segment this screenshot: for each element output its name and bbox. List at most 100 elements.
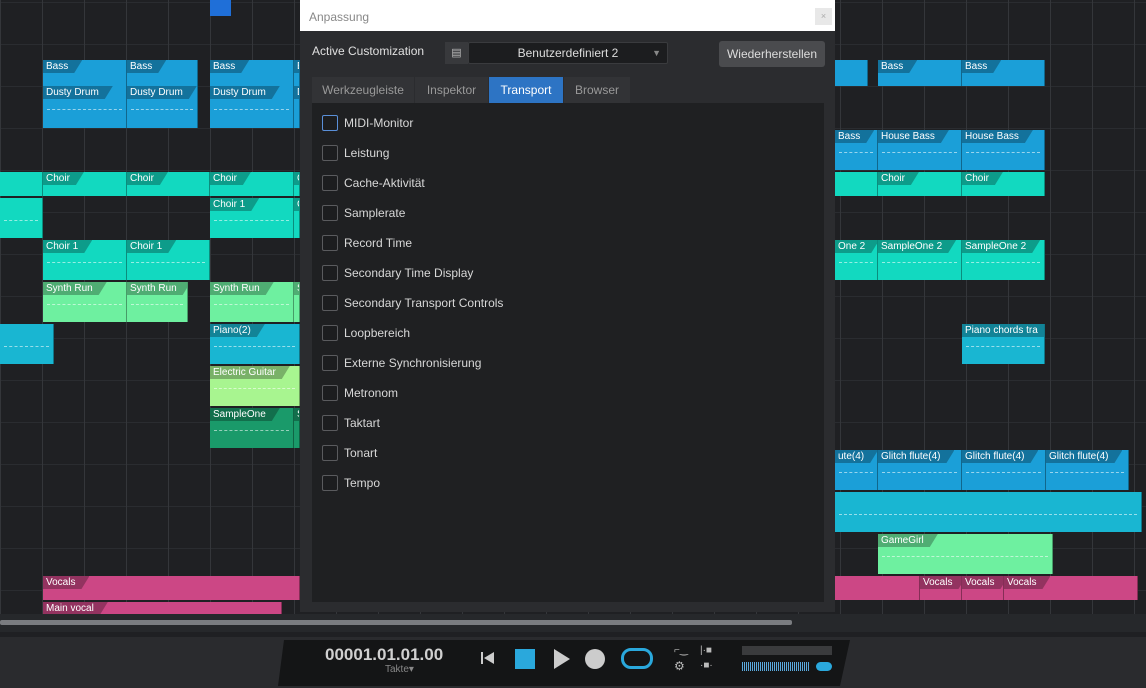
scrollbar-thumb[interactable] — [0, 620, 792, 625]
clip[interactable]: Synth Run — [43, 282, 127, 322]
option-item[interactable]: Tonart — [322, 445, 377, 461]
clip[interactable] — [0, 198, 43, 238]
clip-name: Dusty Drum — [43, 86, 113, 99]
clip[interactable] — [0, 172, 43, 196]
clip[interactable]: Electric Guitar — [210, 366, 300, 406]
checkbox[interactable] — [322, 325, 338, 341]
loop-marker[interactable] — [210, 0, 231, 16]
clip[interactable]: Vocals — [962, 576, 1004, 600]
clip[interactable]: Vocals — [43, 576, 300, 600]
punch-icon[interactable]: ⌐‿ — [674, 645, 688, 656]
time-format-dropdown[interactable]: Takte▾ — [385, 664, 414, 675]
option-item[interactable]: Secondary Transport Controls — [322, 295, 503, 311]
clip[interactable]: Choir — [127, 172, 210, 196]
checkbox[interactable] — [322, 145, 338, 161]
time-display[interactable]: 00001.01.01.00 — [325, 645, 443, 665]
clip[interactable] — [0, 324, 54, 364]
toggle-icon[interactable] — [816, 662, 832, 671]
clip-name: Piano(2) — [210, 324, 265, 337]
tab-werkzeugleiste[interactable]: Werkzeugleiste — [312, 77, 414, 103]
clip[interactable]: GameGirl — [878, 534, 1053, 574]
tab-transport[interactable]: Transport — [489, 77, 563, 103]
clip-name: Piano chords tra — [962, 324, 1045, 337]
clip[interactable] — [835, 576, 920, 600]
clip-waveform — [47, 304, 122, 306]
clip[interactable]: Glitch flute(4) — [962, 450, 1046, 490]
checkbox[interactable] — [322, 295, 338, 311]
tab-inspektor[interactable]: Inspektor — [415, 77, 488, 103]
stop-button[interactable] — [515, 649, 535, 669]
clip[interactable]: Synth Run — [210, 282, 294, 322]
play-button[interactable] — [553, 648, 571, 670]
clip[interactable] — [835, 492, 1142, 532]
clip[interactable]: Bass — [878, 60, 962, 86]
checkbox[interactable] — [322, 445, 338, 461]
option-item[interactable]: Cache-Aktivität — [322, 175, 425, 191]
gear-icon[interactable]: ⚙ — [674, 659, 685, 673]
option-item[interactable]: Taktart — [322, 415, 380, 431]
tab-browser[interactable]: Browser — [564, 77, 630, 103]
clip[interactable]: SampleOne 2 — [962, 240, 1045, 280]
clip[interactable]: Synth Run — [127, 282, 188, 322]
clip[interactable]: Main vocal — [43, 602, 282, 614]
document-icon[interactable]: ▤ — [445, 42, 468, 64]
checkbox[interactable] — [322, 355, 338, 371]
checkbox[interactable] — [322, 385, 338, 401]
option-item[interactable]: Tempo — [322, 475, 380, 491]
option-item[interactable]: Metronom — [322, 385, 398, 401]
clip[interactable]: Dusty Drum — [127, 86, 198, 128]
checkbox[interactable] — [322, 415, 338, 431]
rewind-to-start-button[interactable] — [481, 651, 495, 665]
loop-button[interactable] — [621, 648, 653, 669]
clip[interactable]: Vocals — [1004, 576, 1138, 600]
clip[interactable]: SampleOne 2 — [878, 240, 962, 280]
clip[interactable]: Choir — [962, 172, 1045, 196]
checkbox[interactable] — [322, 115, 338, 131]
option-item[interactable]: Leistung — [322, 145, 389, 161]
clip[interactable]: Bass — [210, 60, 294, 86]
clip[interactable]: Bass — [835, 130, 878, 170]
customization-select[interactable]: Benutzerdefiniert 2▼ — [468, 42, 668, 64]
clip[interactable] — [835, 60, 868, 86]
clip[interactable]: House Bass — [878, 130, 962, 170]
clip[interactable]: Choir — [43, 172, 127, 196]
close-button[interactable]: × — [815, 8, 832, 25]
checkbox[interactable] — [322, 205, 338, 221]
clip[interactable]: Piano(2) — [210, 324, 300, 364]
option-item[interactable]: Samplerate — [322, 205, 405, 221]
record-button[interactable] — [585, 649, 605, 669]
option-item[interactable]: MIDI-Monitor — [322, 115, 413, 131]
clip[interactable]: Dusty Drum — [210, 86, 294, 128]
checkbox[interactable] — [322, 265, 338, 281]
clip[interactable]: Glitch flute(4) — [878, 450, 962, 490]
clip[interactable]: Choir — [210, 172, 294, 196]
clip[interactable]: Dusty Drum — [43, 86, 127, 128]
checkbox[interactable] — [322, 175, 338, 191]
option-item[interactable]: Externe Synchronisierung — [322, 355, 481, 371]
clip[interactable]: Choir 1 — [127, 240, 210, 280]
clip[interactable] — [835, 172, 878, 196]
option-item[interactable]: Loopbereich — [322, 325, 410, 341]
clip[interactable]: ute(4) — [835, 450, 878, 490]
clip-name: Dusty Drum — [210, 86, 280, 99]
clip[interactable]: Bass — [43, 60, 127, 86]
clip[interactable]: Piano chords tra — [962, 324, 1045, 364]
checkbox[interactable] — [322, 475, 338, 491]
clip[interactable]: Choir 1 — [43, 240, 127, 280]
clip[interactable]: Glitch flute(4) — [1046, 450, 1129, 490]
restore-button[interactable]: Wiederherstellen — [719, 41, 825, 67]
clip[interactable]: Bass — [127, 60, 198, 86]
metronome-icon[interactable]: ·■· — [700, 660, 713, 671]
clip[interactable]: Choir 1 — [210, 198, 294, 238]
clip[interactable]: Vocals — [920, 576, 962, 600]
checkbox[interactable] — [322, 235, 338, 251]
clip[interactable]: Choir — [878, 172, 962, 196]
clip[interactable]: Bass — [962, 60, 1045, 86]
marker-icon[interactable]: |·■ — [700, 645, 712, 656]
clip[interactable]: One 2 — [835, 240, 878, 280]
clip[interactable]: House Bass — [962, 130, 1045, 170]
clip[interactable]: SampleOne — [210, 408, 294, 448]
option-item[interactable]: Secondary Time Display — [322, 265, 473, 281]
option-item[interactable]: Record Time — [322, 235, 412, 251]
clip-name: ute(4) — [835, 450, 878, 463]
